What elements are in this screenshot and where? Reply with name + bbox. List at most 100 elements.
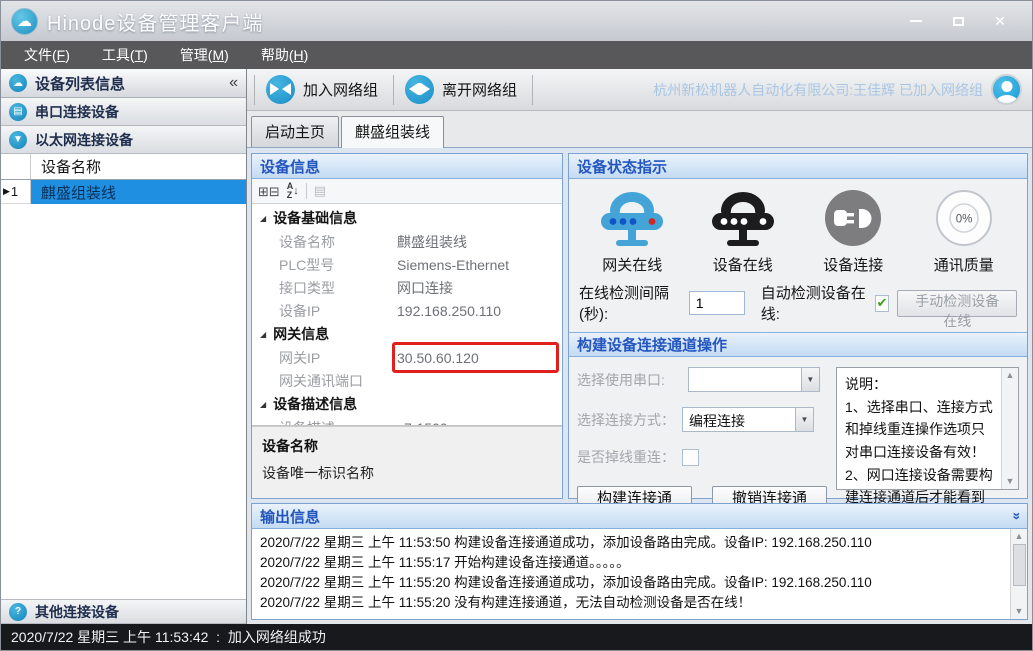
serial-port-select[interactable]: ▼ [688, 367, 820, 392]
log-line: 2020/7/22 星期三 上午 11:55:20 没有构建连接通道，无法自动检… [260, 593, 1002, 613]
sidebar-item-other-devices[interactable]: ? 其他连接设备 [1, 599, 246, 624]
serial-port-label: 选择使用串口: [577, 370, 665, 390]
category-description-info[interactable]: ◢ 设备描述信息 [252, 392, 562, 416]
sort-az-icon[interactable]: AZ↓ [287, 182, 299, 199]
selected-property-name: 设备名称 [262, 436, 552, 456]
property-row-device-description[interactable]: 设备描述 s7-1500 [252, 416, 562, 426]
device-info-panel: 设备信息 ⊞⊟ AZ↓ ▤ ◢ 设备基础信息 设备名 [251, 153, 563, 499]
device-table-row[interactable]: ▶ 1 麒盛组装线 [1, 180, 246, 204]
manual-detect-button[interactable]: 手动检测设备在线 [897, 290, 1017, 317]
connect-mode-select[interactable]: 编程连接 ▼ [682, 407, 814, 432]
table-corner-cell [1, 154, 31, 179]
scroll-down-icon[interactable]: ▼ [1015, 606, 1024, 617]
category-collapse-icon: ◢ [260, 400, 266, 409]
connect-mode-row: 选择连接方式： 编程连接 ▼ [577, 407, 827, 432]
join-group-icon [266, 75, 295, 104]
menu-item-tools[interactable]: 工具(T) [87, 42, 163, 68]
tab-device-page[interactable]: 麒盛组装线 [341, 116, 444, 148]
category-collapse-icon: ◢ [260, 330, 266, 339]
channel-operation-body: 选择使用串口: ▼ 选择连接方式： 编程连接 [569, 357, 1027, 498]
device-list-empty-area [1, 204, 246, 599]
close-icon[interactable]: ✕ [992, 13, 1008, 29]
window-controls: ✕ [908, 13, 1022, 29]
chevron-down-icon[interactable]: ▼ [801, 368, 819, 391]
property-grid-toolbar: ⊞⊟ AZ↓ ▤ [252, 179, 562, 204]
menu-item-file[interactable]: 文件(F) [9, 42, 85, 68]
device-name-column-header: 设备名称 [31, 154, 246, 179]
grid-toolbar-separator [306, 183, 307, 199]
sidebar-header: ☁ 设备列表信息 « [1, 69, 246, 98]
sidebar-item-ethernet-devices[interactable]: ▼ 以太网连接设备 [1, 126, 246, 154]
leave-group-icon [405, 75, 434, 104]
sidebar-item-serial-devices[interactable]: ▤ 串口连接设备 [1, 98, 246, 126]
reconnect-checkbox[interactable] [682, 449, 699, 466]
reconnect-row: 是否掉线重连： [577, 447, 827, 467]
tab-strip: 启动主页 麒盛组装线 [247, 111, 1032, 148]
serial-port-row: 选择使用串口: ▼ [577, 367, 827, 392]
collapse-sidebar-icon[interactable]: « [229, 75, 238, 91]
collapse-output-icon[interactable]: « [1007, 512, 1023, 520]
property-description-box: 设备名称 设备唯一标识名称 [252, 426, 562, 498]
device-connect-icon [822, 187, 884, 249]
toolbar-separator [254, 75, 255, 105]
user-network-status-text: 杭州新松机器人自动化有限公司:王佳辉 已加入网络组 [653, 80, 983, 100]
property-row-device-ip[interactable]: 设备IP 192.168.250.110 [252, 299, 562, 322]
instructions-box: 说明： 1、选择串口、连接方式和掉线重连操作选项只对串口连接设备有效！ 2、网口… [836, 367, 1019, 490]
chevron-down-icon[interactable]: ▼ [795, 408, 813, 431]
maximize-icon[interactable] [950, 13, 966, 29]
device-list-icon: ☁ [9, 74, 27, 92]
instructions-scrollbar[interactable]: ▲ ▼ [1001, 368, 1018, 489]
scroll-up-icon[interactable]: ▲ [1015, 531, 1024, 542]
channel-operation-header: 构建设备连接通道操作 [569, 332, 1027, 357]
interval-label: 在线检测间隔(秒): [579, 282, 681, 324]
online-check-row: 在线检测间隔(秒): 自动检测设备在线: ✔ 手动检测设备在线 [569, 279, 1027, 332]
device-online-icon [705, 187, 781, 249]
gateway-online-icon [594, 187, 670, 249]
indicator-device-online: 设备在线 [688, 187, 799, 275]
interval-input[interactable] [689, 291, 745, 315]
other-device-icon: ? [9, 603, 27, 621]
toolbar-separator [532, 75, 533, 105]
menu-bar: 文件(F) 工具(T) 管理(M) 帮助(H) [1, 41, 1032, 69]
leave-network-group-button[interactable]: 离开网络组 [397, 71, 529, 108]
indicator-comm-quality: 0% 通讯质量 [909, 187, 1020, 275]
toolbar: 加入网络组 离开网络组 杭州新松机器人自动化有限公司:王佳辉 已加入网络组 [247, 69, 1032, 111]
auto-detect-checkbox[interactable]: ✔ [875, 295, 890, 312]
output-scrollbar[interactable]: ▲ ▼ [1010, 529, 1027, 619]
scrollbar-thumb[interactable] [1013, 544, 1026, 586]
sidebar-title: 设备列表信息 [35, 73, 125, 94]
reconnect-label: 是否掉线重连： [577, 447, 675, 467]
toolbar-separator [393, 75, 394, 105]
minimize-icon[interactable] [908, 13, 924, 29]
menu-item-help[interactable]: 帮助(H) [246, 42, 323, 68]
property-row-interface-type[interactable]: 接口类型 网口连接 [252, 276, 562, 299]
serial-device-icon: ▤ [9, 103, 27, 121]
log-line: 2020/7/22 星期三 上午 11:53:50 构建设备连接通道成功，添加设… [260, 533, 1002, 553]
selected-property-description: 设备唯一标识名称 [262, 463, 552, 483]
row-header-cell: ▶ 1 [1, 180, 31, 204]
current-row-marker-icon: ▶ [3, 186, 10, 197]
device-name-cell[interactable]: 麒盛组装线 [31, 180, 246, 204]
property-pages-icon: ▤ [314, 183, 326, 199]
property-row-plc-model[interactable]: PLC型号 Siemens-Ethernet [252, 253, 562, 276]
join-network-group-button[interactable]: 加入网络组 [258, 71, 390, 108]
titlebar: ☁ Hinode设备管理客户端 ✕ [1, 1, 1032, 41]
scroll-up-icon[interactable]: ▲ [1006, 370, 1015, 381]
categorized-view-icon[interactable]: ⊞⊟ [258, 185, 280, 198]
scroll-down-icon[interactable]: ▼ [1006, 476, 1015, 487]
indicator-gateway-online: 网关在线 [577, 187, 688, 275]
device-status-header: 设备状态指示 [569, 154, 1027, 179]
output-panel: 输出信息 « 2020/7/22 星期三 上午 11:53:50 构建设备连接通… [251, 503, 1028, 620]
device-table-header: 设备名称 [1, 154, 246, 180]
user-avatar-icon[interactable] [991, 74, 1022, 105]
property-row-gateway-ip[interactable]: 网关IP 30.50.60.120 [252, 346, 562, 369]
property-row-device-name[interactable]: 设备名称 麒盛组装线 [252, 230, 562, 253]
category-basic-info[interactable]: ◢ 设备基础信息 [252, 206, 562, 230]
device-info-header: 设备信息 [252, 154, 562, 179]
category-collapse-icon: ◢ [260, 214, 266, 223]
menu-item-manage[interactable]: 管理(M) [165, 42, 244, 68]
status-message: 2020/7/22 星期三 上午 11:53:42 : 加入网络组成功 [11, 627, 326, 647]
status-bar: 2020/7/22 星期三 上午 11:53:42 : 加入网络组成功 [1, 624, 1032, 650]
output-log: 2020/7/22 星期三 上午 11:53:50 构建设备连接通道成功，添加设… [252, 529, 1010, 619]
tab-start-page[interactable]: 启动主页 [251, 116, 339, 147]
